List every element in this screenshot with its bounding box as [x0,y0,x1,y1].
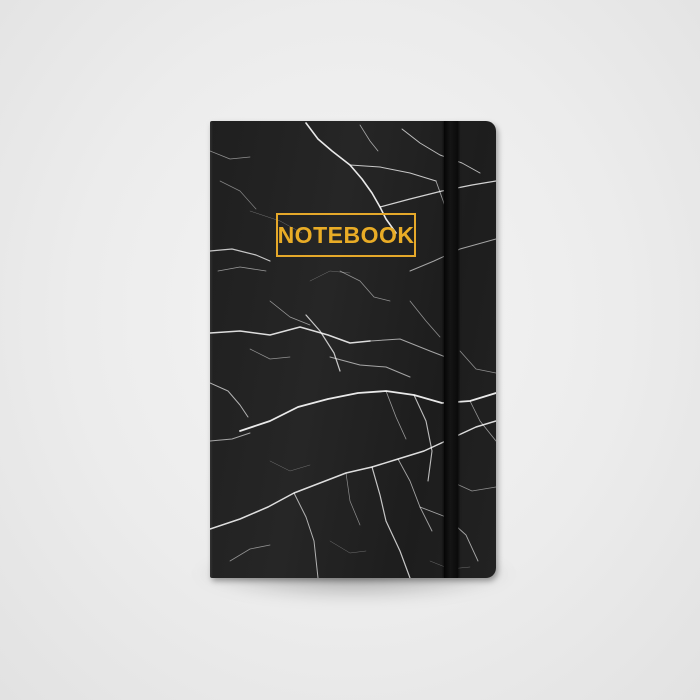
notebook-cover: NOTEBOOK [210,121,496,578]
cover-title: NOTEBOOK [277,221,415,248]
elastic-band-icon [444,121,458,578]
cover-title-frame: NOTEBOOK [276,213,416,257]
cover-spine-edge [210,121,213,578]
